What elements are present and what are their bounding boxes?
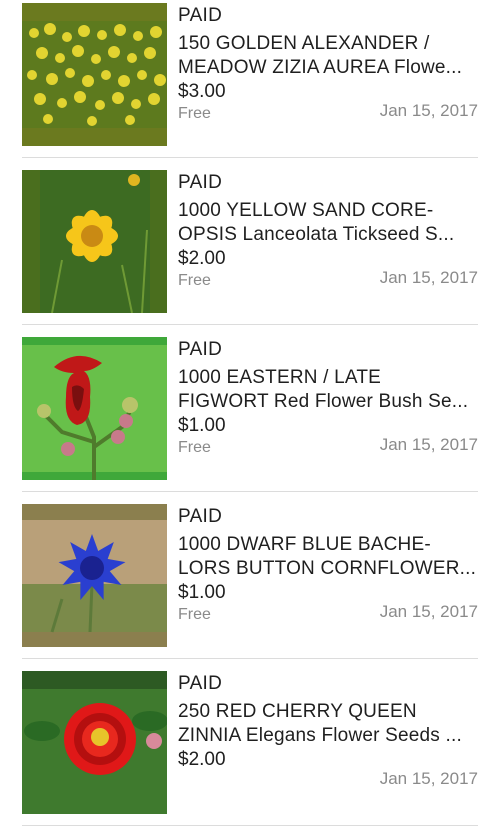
order-item[interactable]: PAID 1000 YELLOW SAND CORE- OPSIS Lanceo… (22, 158, 478, 325)
order-status: PAID (178, 506, 223, 527)
order-item[interactable]: PAID 1000 EASTERN / LATE FIGWORT Red Flo… (22, 325, 478, 492)
shipping-cost: Free (178, 272, 211, 289)
item-title-line2: OPSIS Lanceolata Tickseed S... (178, 224, 455, 245)
item-title[interactable]: 250 RED CHERRY QUEEN ZINNIA Elegans Flow… (178, 700, 478, 748)
yellow-coreopsis-flower-image (22, 170, 167, 313)
item-title[interactable]: 1000 EASTERN / LATE FIGWORT Red Flower B… (178, 366, 478, 414)
order-status: PAID (178, 172, 223, 193)
order-date: Jan 15, 2017 (379, 602, 478, 621)
order-status: PAID (178, 673, 223, 694)
item-title-line2: ZINNIA Elegans Flower Seeds ... (178, 725, 462, 746)
item-price: $2.00 (178, 749, 226, 770)
item-title[interactable]: 1000 YELLOW SAND CORE- OPSIS Lanceolata … (178, 199, 478, 247)
order-list: PAID 150 GOLDEN ALEXANDER / MEADOW ZIZIA… (0, 0, 500, 826)
shipping-cost: Free (178, 606, 211, 623)
red-figwort-flower-image (22, 337, 167, 480)
order-item[interactable]: PAID 250 RED CHERRY QUEEN ZINNIA Elegans… (22, 659, 478, 826)
order-item[interactable]: PAID 150 GOLDEN ALEXANDER / MEADOW ZIZIA… (22, 0, 478, 158)
item-price: $3.00 (178, 81, 226, 102)
order-item[interactable]: PAID 1000 DWARF BLUE BACHE- LORS BUTTON … (22, 492, 478, 659)
item-title-line1: 250 RED CHERRY QUEEN (178, 701, 417, 722)
order-date: Jan 15, 2017 (379, 268, 478, 287)
shipping-cost: Free (178, 105, 211, 122)
item-price: $1.00 (178, 415, 226, 436)
item-title-line1: 1000 YELLOW SAND CORE- (178, 200, 434, 221)
item-title[interactable]: 150 GOLDEN ALEXANDER / MEADOW ZIZIA AURE… (178, 32, 478, 80)
yellow-umbel-flowers-image (22, 3, 167, 146)
item-title-line2: FIGWORT Red Flower Bush Se... (178, 391, 469, 412)
item-title-line1: 1000 EASTERN / LATE (178, 367, 382, 388)
item-title-line1: 150 GOLDEN ALEXANDER / (178, 33, 430, 54)
order-status: PAID (178, 339, 223, 360)
blue-cornflower-image (22, 504, 167, 647)
item-price: $2.00 (178, 248, 226, 269)
item-title-line1: 1000 DWARF BLUE BACHE- (178, 534, 431, 555)
order-date: Jan 15, 2017 (379, 101, 478, 120)
item-price: $1.00 (178, 582, 226, 603)
order-date: Jan 15, 2017 (379, 435, 478, 454)
item-title-line2: LORS BUTTON CORNFLOWER... (178, 558, 477, 579)
item-title[interactable]: 1000 DWARF BLUE BACHE- LORS BUTTON CORNF… (178, 533, 478, 581)
order-date: Jan 15, 2017 (379, 769, 478, 788)
red-zinnia-flower-image (22, 671, 167, 814)
shipping-cost: Free (178, 439, 211, 456)
order-status: PAID (178, 5, 223, 26)
item-title-line2: MEADOW ZIZIA AUREA Flowe... (178, 57, 463, 78)
